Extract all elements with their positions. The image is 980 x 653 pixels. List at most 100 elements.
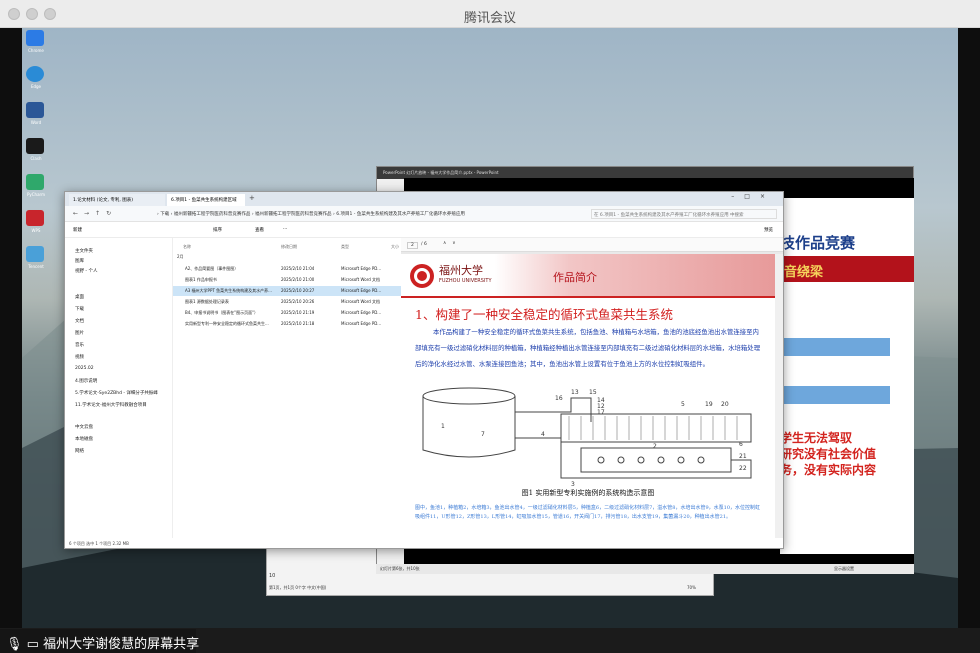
window-controls[interactable]: –□× bbox=[731, 193, 775, 200]
more-button[interactable]: ··· bbox=[283, 227, 287, 232]
nav-item[interactable]: 图片 bbox=[75, 330, 84, 336]
new-tab-button[interactable]: + bbox=[249, 194, 255, 202]
file-row[interactable]: A2、作品简要图（事件图图） 2025/2/10 21:04 Microsoft… bbox=[173, 264, 401, 274]
file-date: 2025/2/10 21:00 bbox=[281, 277, 315, 282]
nav-item[interactable]: 网络 bbox=[75, 448, 84, 454]
slide-band-text: 音绕梁 bbox=[784, 265, 824, 280]
nav-item[interactable]: 主文件夹 bbox=[75, 248, 93, 254]
pdf-nav-arrows[interactable]: ∧∨ bbox=[443, 241, 462, 246]
file-name: A3 福州大学PPT 鱼菜共生系统构建及其水产养... bbox=[185, 288, 272, 293]
screen-share-badge: 🎙 ▭ 福州大学谢俊慧的屏幕共享 bbox=[0, 629, 200, 653]
nav-item[interactable]: 5.学术论文-Sye2ZBhd - 详细分子共振峰 bbox=[75, 390, 171, 396]
preview-scrollbar[interactable] bbox=[775, 254, 783, 538]
mic-icon[interactable]: 🎙 bbox=[6, 637, 23, 652]
pycharm-icon[interactable] bbox=[26, 174, 44, 190]
nav-item[interactable]: 11.学术论文-福州大学科教融合项目 bbox=[75, 402, 171, 408]
sort-button[interactable]: 排序 bbox=[213, 227, 222, 233]
file-date: 2025/2/10 20:26 bbox=[281, 299, 315, 304]
slide-blue-bar bbox=[780, 386, 890, 404]
nav-item[interactable]: 视野 - 个人 bbox=[75, 268, 97, 274]
navigation-pane: 主文件夹 图库 视野 - 个人 桌面 下载 文档 图片 音乐 视频 2025.0… bbox=[65, 238, 173, 538]
share-label: 福州大学谢俊慧的屏幕共享 bbox=[43, 637, 200, 652]
desktop-icon-label: Clash bbox=[30, 156, 42, 161]
file-name: 图表1 源数据处理记录表 bbox=[185, 299, 229, 304]
chrome-icon[interactable] bbox=[26, 30, 44, 46]
file-date: 2025/2/10 21:18 bbox=[281, 321, 315, 326]
file-explorer-window[interactable]: 1.论文材料 (论文, 专利, 图表) 6.项目1 - 鱼菜共生系统构建区域 +… bbox=[64, 191, 784, 549]
file-row[interactable]: 图表1 源数据处理记录表 2025/2/10 20:26 Microsoft W… bbox=[173, 297, 401, 307]
figure-label: 19 bbox=[705, 401, 713, 408]
view-button[interactable]: 查看 bbox=[255, 227, 264, 233]
nav-item[interactable]: 桌面 bbox=[75, 294, 84, 300]
ppt-display-settings[interactable]: 显示器设置 bbox=[834, 566, 854, 572]
file-row[interactable]: B4、申报书说明书（图表在"图示页面"） 2025/2/10 21:19 Mic… bbox=[173, 308, 401, 318]
doc-paragraph: 本作品构建了一种安全稳定的循环式鱼菜共生系统，包括鱼池、种植箱与水培箱，鱼池的池… bbox=[415, 328, 761, 368]
desktop-icon-label: WPS bbox=[31, 228, 41, 233]
new-button[interactable]: 新建 bbox=[73, 227, 82, 233]
column-headers: 名称 修改日期 类型 大小 bbox=[173, 242, 401, 250]
file-name: B4、申报书说明书（图表在"图示页面"） bbox=[185, 310, 258, 315]
desktop-icon-label: Edge bbox=[30, 84, 42, 89]
university-seal-icon bbox=[410, 264, 434, 288]
nav-item[interactable]: 本地磁盘 bbox=[75, 436, 93, 442]
slide-red-text: 学生无法驾驭 研究没有社会价值 务，没有实际内容 bbox=[780, 430, 876, 478]
edge-icon[interactable] bbox=[26, 66, 44, 82]
word-icon[interactable] bbox=[26, 102, 44, 118]
group-header[interactable]: 2月 bbox=[177, 254, 184, 260]
word-zoom[interactable]: 70% bbox=[687, 585, 696, 590]
nav-item[interactable]: 文档 bbox=[75, 318, 84, 324]
file-type: Microsoft Edge PD... bbox=[341, 266, 382, 271]
file-row[interactable]: 实用新型专利一种安全稳定的循环式鱼菜共生... 2025/2/10 21:18 … bbox=[173, 319, 401, 329]
file-date: 2025/2/10 21:19 bbox=[281, 310, 315, 315]
univ-name-cn: 福州大学 bbox=[439, 264, 483, 277]
figure-legend: 图中，鱼池1，种植箱2，水培箱3，鱼池出水管4，一级过滤硝化材料层5，种植盒6，… bbox=[415, 505, 761, 520]
nav-item[interactable]: 视频 bbox=[75, 354, 84, 360]
meeting-title-bar: 腾讯会议 bbox=[0, 0, 980, 28]
figure-label: 4 bbox=[541, 431, 545, 438]
ppt-status-text: 幻灯片第6张，共10张 bbox=[380, 566, 420, 571]
preview-button[interactable]: 预览 bbox=[764, 227, 773, 233]
desktop-icon-label: PyCharm bbox=[26, 192, 46, 197]
slide-red-line: 研究没有社会价值 bbox=[780, 447, 877, 461]
column-size[interactable]: 大小 bbox=[391, 244, 399, 250]
search-input[interactable]: 在 6.项目1 - 鱼菜共生系统构建及其水产养殖工厂化循环水养殖应用 中搜索 bbox=[591, 209, 777, 219]
app-title: 腾讯会议 bbox=[463, 11, 516, 26]
nav-arrows[interactable]: ←→↑↻ bbox=[73, 210, 117, 217]
doc-header-title: 作品简介 bbox=[553, 271, 597, 284]
nav-item[interactable]: 中文云盘 bbox=[75, 424, 93, 430]
file-date: 2025/2/10 21:04 bbox=[281, 266, 315, 271]
column-date[interactable]: 修改日期 bbox=[281, 244, 297, 250]
nav-item[interactable]: 音乐 bbox=[75, 342, 84, 348]
wps-icon[interactable] bbox=[26, 210, 44, 226]
file-type: Microsoft Edge PD... bbox=[341, 321, 382, 326]
file-type: Microsoft Word 文档 bbox=[341, 299, 381, 304]
desktop-icon-label: Chrome bbox=[28, 48, 44, 53]
file-row-selected[interactable]: A3 福州大学PPT 鱼菜共生系统构建及其水产养... 2025/2/10 20… bbox=[173, 286, 401, 296]
slide-red-line: 学生无法驾驭 bbox=[780, 431, 853, 445]
tab-current-folder[interactable]: 6.项目1 - 鱼菜共生系统构建区域 bbox=[167, 194, 245, 206]
app-icon[interactable] bbox=[26, 138, 44, 154]
nav-item[interactable]: 4.图示说明 bbox=[75, 378, 97, 384]
pdf-page-input[interactable]: 2 bbox=[407, 242, 418, 249]
tencent-icon[interactable] bbox=[26, 246, 44, 262]
nav-item[interactable]: 2025.02 bbox=[75, 366, 94, 371]
desktop-icon-label: Tencent bbox=[28, 264, 44, 269]
explorer-status-bar: 6 个项目 选中 1 个项目 2.32 MB bbox=[65, 538, 783, 548]
file-name: 图表1 作品申报书 bbox=[185, 277, 217, 282]
figure-label: 3 bbox=[571, 481, 575, 488]
preview-pane: 2 / 6 ∧∨ 福州大学 FUZHOU UNIVERSITY 作品简介 1、构… bbox=[401, 238, 783, 538]
figure-label: 1 bbox=[441, 423, 445, 430]
tab-papers[interactable]: 1.论文材料 (论文, 专利, 图表) bbox=[69, 194, 165, 206]
ppt-status-bar: 幻灯片第6张，共10张 显示器设置 bbox=[376, 564, 914, 574]
figure-label: 7 bbox=[481, 431, 485, 438]
breadcrumb[interactable]: › 下载 › 福州新疆拓工程学院医药科普竞赛作品 › 福州新疆拓工程学院医药科普… bbox=[157, 211, 577, 217]
file-row[interactable]: 图表1 作品申报书 2025/2/10 21:00 Microsoft Word… bbox=[173, 275, 401, 285]
figure-label: 16 bbox=[555, 395, 563, 402]
slide-red-band: 音绕梁 bbox=[780, 256, 914, 282]
column-name[interactable]: 名称 bbox=[183, 244, 191, 250]
nav-item[interactable]: 图库 bbox=[75, 258, 84, 264]
nav-item[interactable]: 下载 bbox=[75, 306, 84, 312]
column-type[interactable]: 类型 bbox=[341, 244, 349, 250]
screen-icon: ▭ bbox=[26, 637, 39, 652]
figure-label: 2 bbox=[653, 443, 657, 450]
